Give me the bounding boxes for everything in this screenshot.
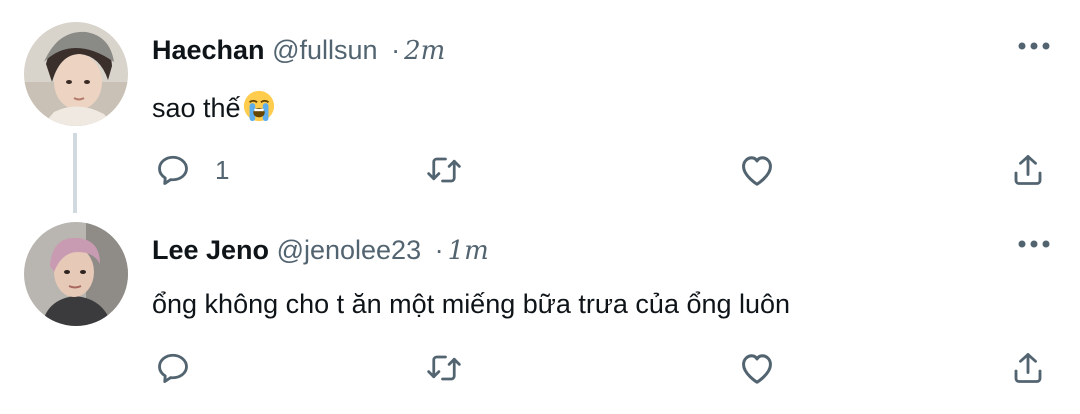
loudly-crying-face-icon: [242, 89, 276, 132]
tweet-header: Haechan @fullsun · 2m: [152, 33, 445, 68]
retweet-button[interactable]: [425, 150, 487, 190]
separator-dot: ·: [434, 235, 444, 265]
avatar[interactable]: [24, 222, 128, 326]
avatar[interactable]: [24, 22, 128, 126]
retweet-icon: [425, 152, 463, 188]
tweet-header: Lee Jeno @jenolee23 · 1m: [152, 233, 489, 268]
like-button[interactable]: [738, 348, 800, 388]
user-handle[interactable]: @jenolee23: [277, 235, 422, 265]
tweet-text: ổng không cho t ăn một miếng bữa trưa củ…: [152, 286, 790, 322]
tweet-haechan[interactable]: Haechan @fullsun · 2m sao thế 1: [0, 0, 1080, 200]
retweet-icon: [425, 350, 463, 386]
reply-button[interactable]: 1: [155, 150, 229, 190]
tweet-lee-jeno[interactable]: Lee Jeno @jenolee23 · 1m ổng không cho t …: [0, 200, 1080, 414]
share-button[interactable]: [1010, 150, 1046, 190]
retweet-button[interactable]: [425, 348, 487, 388]
tweet-text-content: ổng không cho t ăn một miếng bữa trưa củ…: [152, 289, 791, 319]
heart-icon: [738, 350, 776, 386]
like-button[interactable]: [738, 150, 800, 190]
share-button[interactable]: [1010, 348, 1046, 388]
user-handle[interactable]: @fullsun: [272, 35, 377, 65]
share-icon: [1010, 151, 1046, 189]
separator-dot: ·: [391, 35, 401, 65]
more-icon[interactable]: [1014, 36, 1054, 56]
tweet-text-content: sao thế: [152, 93, 241, 123]
display-name[interactable]: Lee Jeno: [152, 235, 269, 265]
share-icon: [1010, 349, 1046, 387]
timestamp[interactable]: 2m: [404, 36, 445, 66]
heart-icon: [738, 152, 776, 188]
reply-icon: [155, 152, 191, 188]
reply-count: 1: [215, 154, 230, 185]
reply-button[interactable]: [155, 348, 215, 388]
more-icon[interactable]: [1014, 234, 1054, 254]
tweet-text: sao thế: [152, 89, 276, 132]
display-name[interactable]: Haechan: [152, 35, 265, 65]
reply-icon: [155, 350, 191, 386]
timestamp[interactable]: 1m: [448, 236, 489, 266]
